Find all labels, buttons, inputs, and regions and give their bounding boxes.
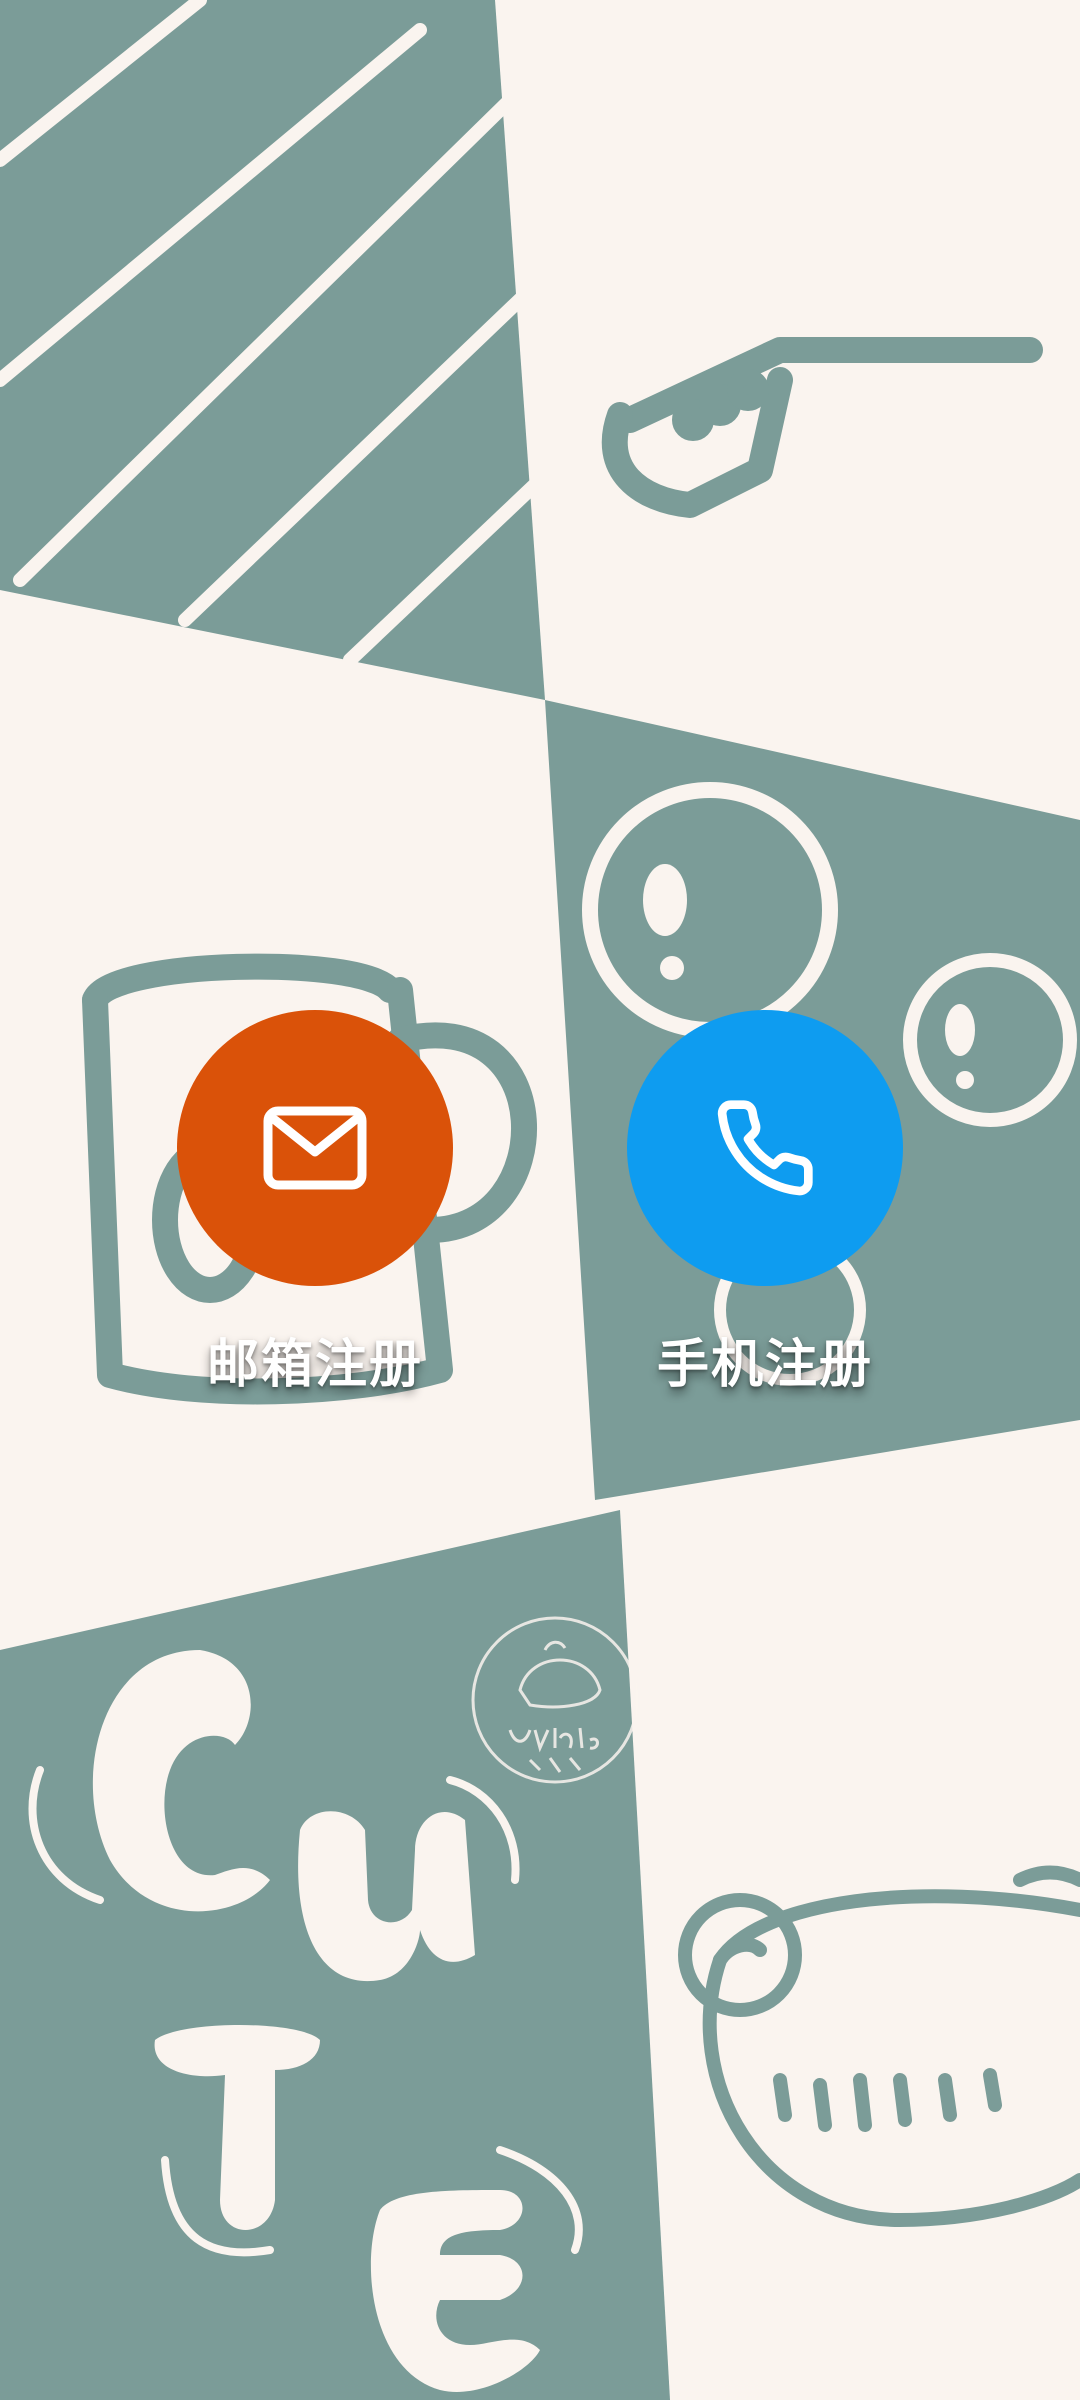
cute-panel bbox=[0, 1510, 670, 2400]
doodle-wallpaper bbox=[0, 0, 1080, 2400]
phone-register-option[interactable]: 手机注册 bbox=[625, 1010, 905, 1397]
phone-register-label[interactable]: 手机注册 bbox=[657, 1322, 873, 1397]
email-register-label[interactable]: 邮箱注册 bbox=[207, 1322, 423, 1397]
email-register-option[interactable]: 邮箱注册 bbox=[175, 1010, 455, 1397]
phone-register-button[interactable] bbox=[627, 1010, 903, 1286]
register-screen: 邮箱注册 手机注册 bbox=[0, 0, 1080, 2400]
phone-icon bbox=[713, 1096, 817, 1200]
stripes-panel bbox=[0, 0, 547, 700]
mail-icon bbox=[263, 1106, 367, 1190]
email-register-button[interactable] bbox=[177, 1010, 453, 1286]
